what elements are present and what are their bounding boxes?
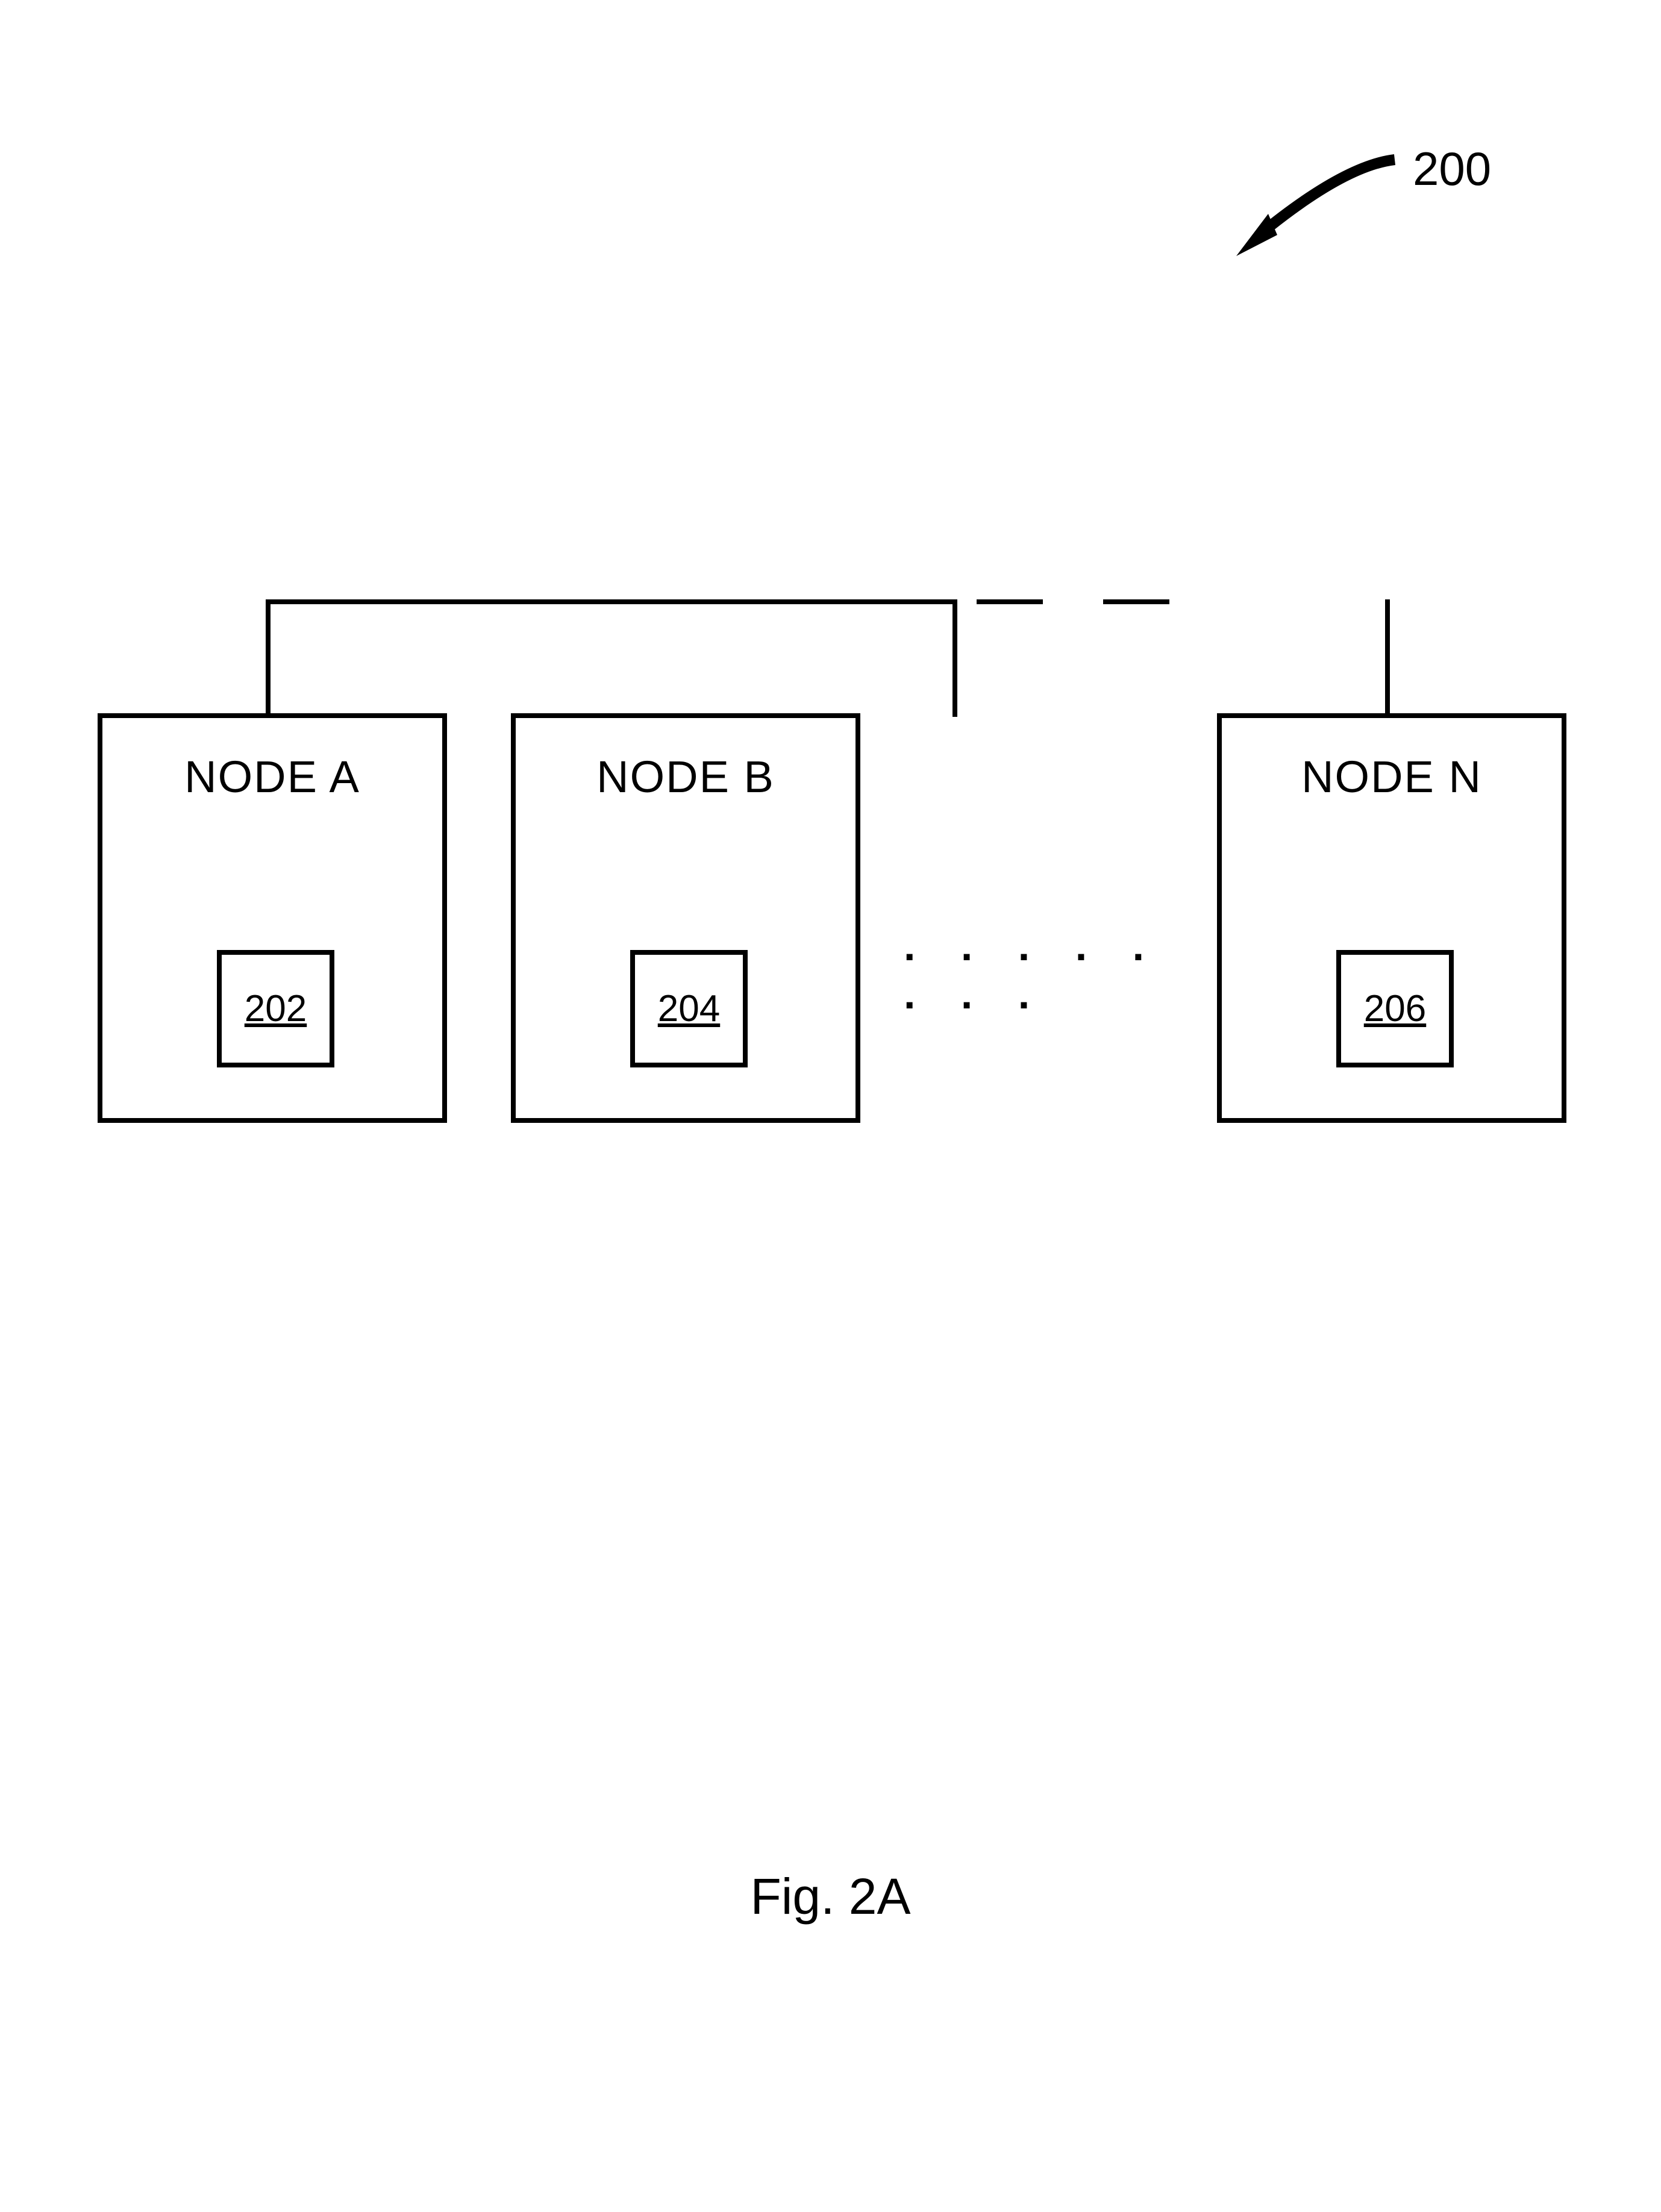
node-n-inner-box: 206 xyxy=(1336,950,1454,1067)
node-a: NODE A 202 xyxy=(98,713,447,1123)
node-b-inner-box: 204 xyxy=(630,950,748,1067)
bus-connector-solid xyxy=(266,599,957,717)
node-b-inner-number: 204 xyxy=(658,987,720,1030)
figure-caption: Fig. 2A xyxy=(0,1867,1661,1926)
reference-arrow xyxy=(1211,148,1422,256)
node-a-inner-number: 202 xyxy=(245,987,307,1030)
reference-numeral: 200 xyxy=(1413,142,1491,196)
node-a-inner-box: 202 xyxy=(217,950,334,1067)
node-n-inner-number: 206 xyxy=(1364,987,1426,1030)
node-n-title: NODE N xyxy=(1222,751,1562,802)
node-b-title: NODE B xyxy=(516,751,856,802)
node-n: NODE N 206 xyxy=(1217,713,1566,1123)
node-a-title: NODE A xyxy=(102,751,442,802)
figure-2a: 200 NODE A 202 NODE B 204 . . . . . . . … xyxy=(0,0,1661,2212)
node-b: NODE B 204 xyxy=(511,713,860,1123)
ellipsis: . . . . . . . . xyxy=(904,922,1181,1018)
bus-connector-dashed xyxy=(952,599,1390,717)
